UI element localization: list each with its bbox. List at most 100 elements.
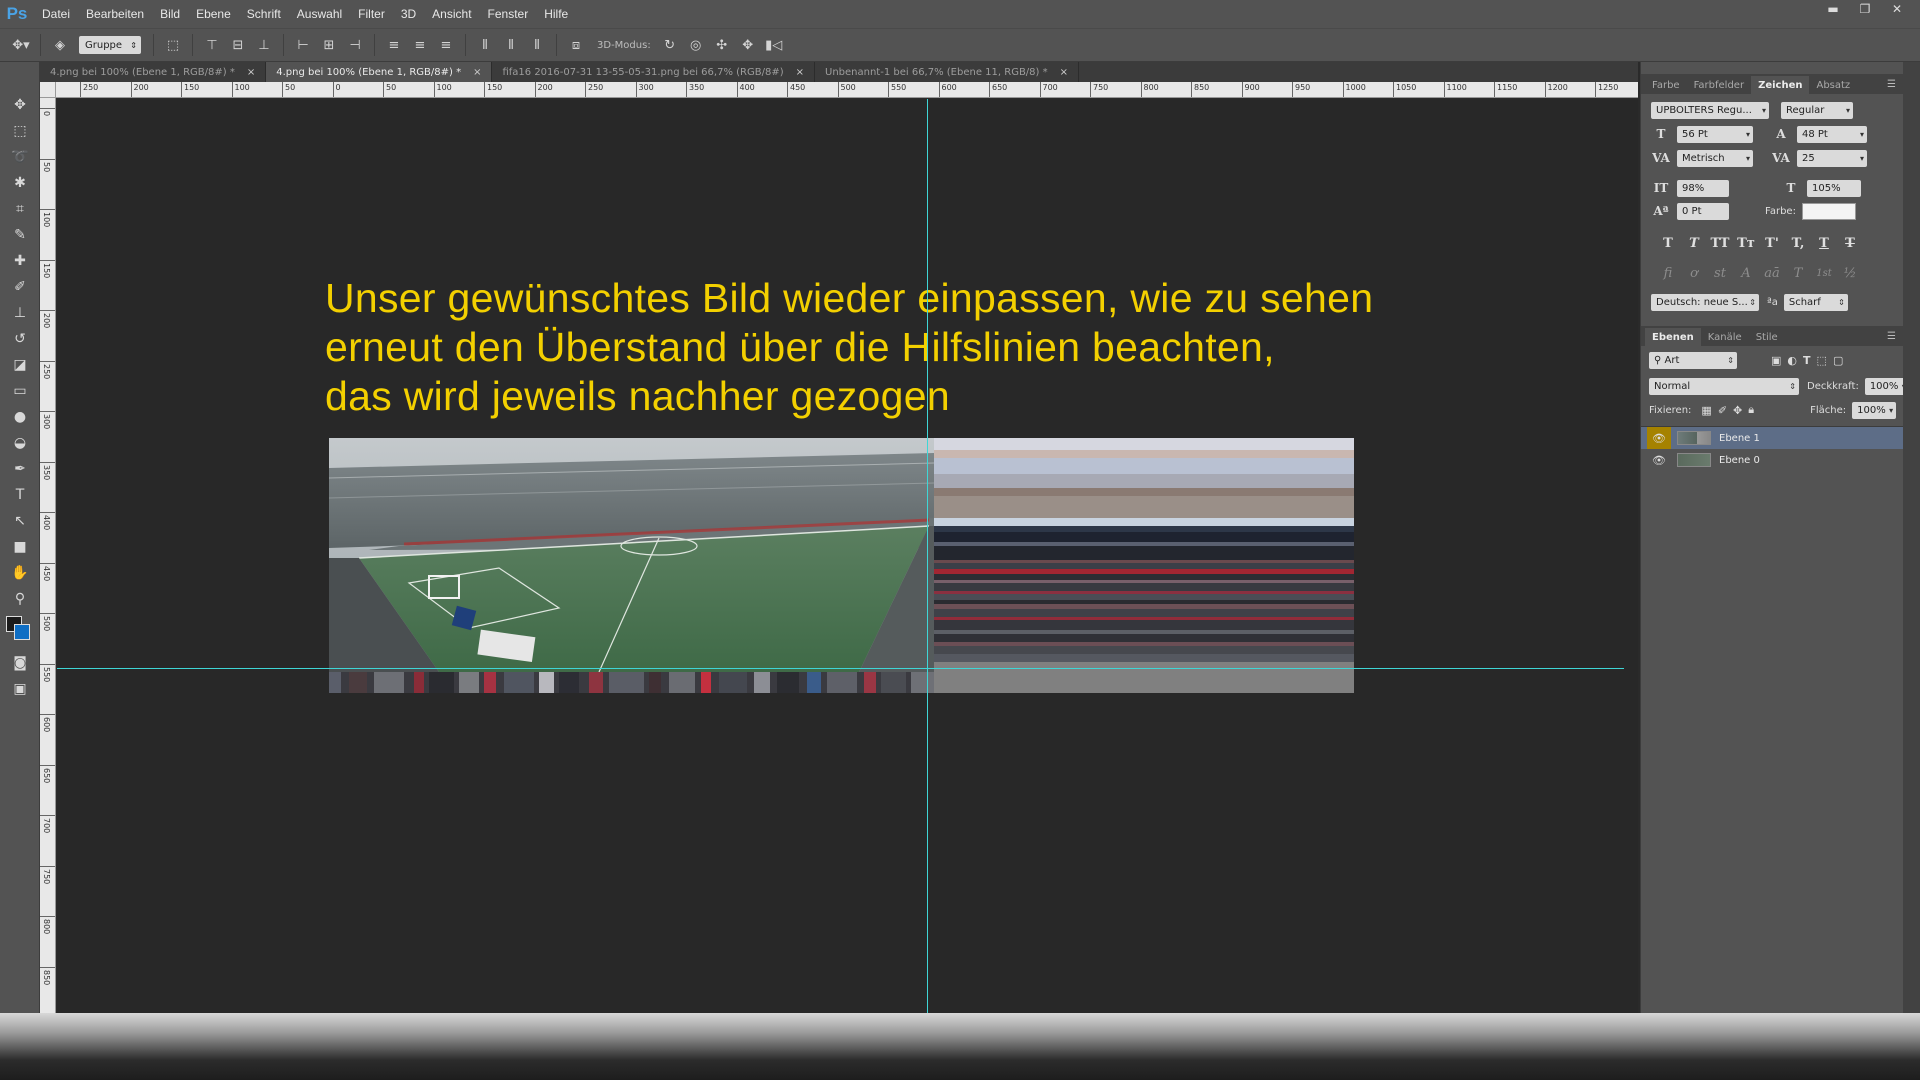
text-color-swatch[interactable] xyxy=(1801,202,1856,220)
menu-ansicht[interactable]: Ansicht xyxy=(424,0,479,28)
vertical-ruler[interactable]: 0 50 100 150 200 250 300 350 400 450 500 550 600 650 7… xyxy=(40,98,56,1013)
history-brush-tool-icon[interactable]: ↺ xyxy=(0,326,40,352)
align-top-icon[interactable]: ⊤ xyxy=(201,34,223,56)
leading-field[interactable]: 48 Pt ▾ xyxy=(1797,125,1867,143)
subscript-button[interactable]: T, xyxy=(1787,236,1809,251)
panel-menu-icon[interactable]: ☰ xyxy=(1887,79,1896,90)
quick-mask-icon[interactable]: ◙ xyxy=(0,650,40,676)
filter-type-icon[interactable]: T xyxy=(1803,354,1811,367)
ligatures-button[interactable]: ﬁ xyxy=(1657,266,1679,281)
3d-pan-icon[interactable]: ✣ xyxy=(711,34,733,56)
antialias-dropdown[interactable]: Scharf ⇕ xyxy=(1783,293,1848,311)
filter-pixel-icon[interactable]: ▣ xyxy=(1771,354,1781,367)
swash-button[interactable]: A xyxy=(1735,266,1757,281)
tab-kanaele[interactable]: Kanäle xyxy=(1701,328,1749,346)
blur-tool-icon[interactable]: ● xyxy=(0,404,40,430)
ruler-origin[interactable] xyxy=(40,82,56,98)
document-canvas[interactable]: Unser gewünschtes Bild wieder einpassen,… xyxy=(57,99,1638,1013)
visibility-eye-icon[interactable]: 👁︎ xyxy=(1647,427,1671,449)
stylistic-alternates-button[interactable]: st xyxy=(1709,266,1731,281)
3d-scale-icon[interactable]: ▮◁ xyxy=(763,34,785,56)
horizontal-ruler[interactable]: 250 200 150 100 50 0 50 100 150 200 250 300 350 400 45… xyxy=(56,82,1638,98)
discretionary-ligatures-button[interactable]: ơ xyxy=(1683,266,1705,281)
clone-stamp-tool-icon[interactable]: ⊥ xyxy=(0,300,40,326)
tracking-dropdown[interactable]: 25 ▾ xyxy=(1797,149,1867,167)
document-tab[interactable]: Unbenannt-1 bei 66,7% (Ebene 11, RGB/8) … xyxy=(815,62,1080,82)
horizontal-guide-line[interactable] xyxy=(57,668,1624,669)
distribute-top-icon[interactable]: ≡ xyxy=(383,34,405,56)
path-selection-tool-icon[interactable]: ↖ xyxy=(0,508,40,534)
filter-shape-icon[interactable]: ⬚ xyxy=(1817,354,1827,367)
lock-all-icon[interactable]: 🔒︎ xyxy=(1748,403,1754,417)
font-style-dropdown[interactable]: Regular ▾ xyxy=(1781,101,1853,119)
menu-bild[interactable]: Bild xyxy=(152,0,188,28)
underline-button[interactable]: T xyxy=(1813,236,1835,251)
restore-button[interactable]: ❐ xyxy=(1852,0,1878,18)
dodge-tool-icon[interactable]: ◒ xyxy=(0,430,40,456)
hand-tool-icon[interactable]: ✋ xyxy=(0,560,40,586)
move-tool-icon[interactable]: ✥ xyxy=(0,92,40,118)
align-left-icon[interactable]: ⊢ xyxy=(292,34,314,56)
transform-controls-icon[interactable]: ⬚ xyxy=(162,34,184,56)
menu-ebene[interactable]: Ebene xyxy=(188,0,239,28)
layer-row-ebene-1[interactable]: 👁︎ Ebene 1 xyxy=(1641,427,1920,449)
ordinals-button[interactable]: 1st xyxy=(1813,268,1835,279)
document-tab-active[interactable]: 4.png bei 100% (Ebene 1, RGB/8#) * × xyxy=(266,62,493,82)
eraser-tool-icon[interactable]: ◪ xyxy=(0,352,40,378)
faux-italic-button[interactable]: T xyxy=(1683,236,1705,251)
align-bottom-icon[interactable]: ⊥ xyxy=(253,34,275,56)
eyedropper-tool-icon[interactable]: ✎ xyxy=(0,222,40,248)
gradient-tool-icon[interactable]: ▭ xyxy=(0,378,40,404)
strikethrough-button[interactable]: T xyxy=(1839,236,1861,251)
horizontal-scale-field[interactable]: 105% xyxy=(1807,179,1861,197)
healing-brush-tool-icon[interactable]: ✚ xyxy=(0,248,40,274)
font-family-dropdown[interactable]: UPBOLTERS Regu... ▾ xyxy=(1651,101,1769,119)
superscript-button[interactable]: T' xyxy=(1761,236,1783,251)
tab-ebenen[interactable]: Ebenen xyxy=(1645,328,1701,346)
tab-farbfelder[interactable]: Farbfelder xyxy=(1687,76,1751,94)
fractions-button[interactable]: ½ xyxy=(1839,266,1861,281)
baseline-shift-field[interactable]: 0 Pt xyxy=(1677,202,1729,220)
distribute-hcenter-icon[interactable]: ⫴ xyxy=(500,34,522,56)
marquee-tool-icon[interactable]: ⬚ xyxy=(0,118,40,144)
kerning-dropdown[interactable]: Metrisch ▾ xyxy=(1677,149,1753,167)
distribute-vcenter-icon[interactable]: ≡ xyxy=(409,34,431,56)
menu-datei[interactable]: Datei xyxy=(34,0,78,28)
rectangle-tool-icon[interactable]: ■ xyxy=(0,534,40,560)
menu-bearbeiten[interactable]: Bearbeiten xyxy=(78,0,152,28)
zoom-tool-icon[interactable]: ⚲ xyxy=(0,586,40,612)
vertical-guide-line[interactable] xyxy=(927,99,928,1013)
align-right-icon[interactable]: ⊣ xyxy=(344,34,366,56)
document-tab[interactable]: 4.png bei 100% (Ebene 1, RGB/8#) * × xyxy=(40,62,267,82)
move-tool-preset-icon[interactable]: ✥▾ xyxy=(10,34,32,56)
font-size-field[interactable]: 56 Pt ▾ xyxy=(1677,125,1753,143)
pen-tool-icon[interactable]: ✒ xyxy=(0,456,40,482)
brush-tool-icon[interactable]: ✐ xyxy=(0,274,40,300)
small-caps-button[interactable]: Tт xyxy=(1735,236,1757,251)
visibility-eye-icon[interactable]: 👁︎ xyxy=(1647,449,1671,471)
layer-row-ebene-0[interactable]: 👁︎ Ebene 0 xyxy=(1641,449,1920,471)
lasso-tool-icon[interactable]: ➰ xyxy=(0,144,40,170)
type-tool-icon[interactable]: T xyxy=(0,482,40,508)
fill-field[interactable]: 100% ▾ xyxy=(1852,401,1897,419)
menu-schrift[interactable]: Schrift xyxy=(239,0,289,28)
close-tab-icon[interactable]: × xyxy=(1060,67,1068,78)
align-hcenter-icon[interactable]: ⊞ xyxy=(318,34,340,56)
titling-alternates-button[interactable]: aā xyxy=(1761,266,1783,281)
crop-tool-icon[interactable]: ⌗ xyxy=(0,196,40,222)
3d-roll-icon[interactable]: ◎ xyxy=(685,34,707,56)
all-caps-button[interactable]: TT xyxy=(1709,236,1731,251)
close-button[interactable]: ✕ xyxy=(1884,0,1910,18)
vertical-scale-field[interactable]: 98% xyxy=(1677,179,1729,197)
background-color-swatch[interactable] xyxy=(14,624,30,640)
3d-rotate-icon[interactable]: ↻ xyxy=(659,34,681,56)
menu-filter[interactable]: Filter xyxy=(350,0,393,28)
auto-select-dropdown[interactable]: Gruppe ⇕ xyxy=(79,36,141,54)
screen-mode-icon[interactable]: ▣ xyxy=(0,676,40,702)
lock-position-icon[interactable]: ✥ xyxy=(1733,404,1742,417)
close-tab-icon[interactable]: × xyxy=(796,67,804,78)
filter-smart-object-icon[interactable]: ▢ xyxy=(1833,354,1843,367)
menu-fenster[interactable]: Fenster xyxy=(480,0,537,28)
tab-zeichen[interactable]: Zeichen xyxy=(1751,76,1810,94)
auto-align-layers-icon[interactable]: ⧈ xyxy=(565,34,587,56)
